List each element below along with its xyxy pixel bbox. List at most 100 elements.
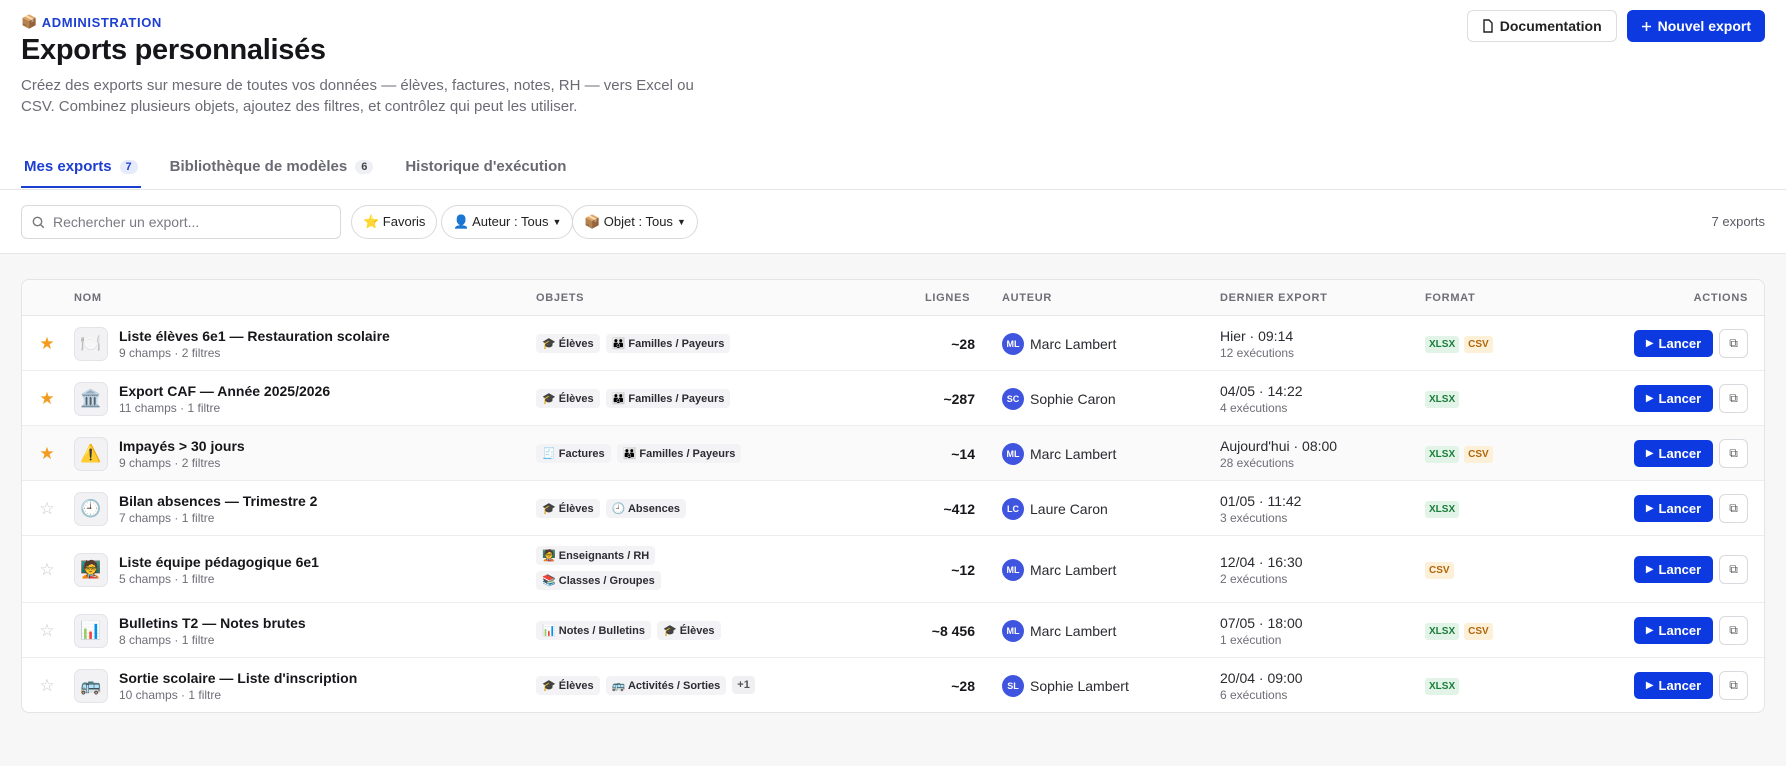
- table-row: ★ ⚠️ Impayés > 30 jours 9 champs · 2 filtre…: [22, 426, 1764, 481]
- avatar: ML: [1002, 442, 1024, 465]
- duplicate-button[interactable]: ⧉: [1719, 383, 1748, 413]
- duplicate-button[interactable]: ⧉: [1719, 554, 1748, 584]
- export-name[interactable]: Export CAF — Année 2025/2026: [119, 383, 330, 399]
- object-tag: 👪 Familles / Payeurs: [616, 443, 742, 463]
- export-name[interactable]: Liste élèves 6e1 — Restauration scolaire: [119, 328, 390, 344]
- format-badge: XLSX: [1425, 677, 1460, 695]
- run-button[interactable]: ▶ Lancer: [1634, 555, 1713, 583]
- play-icon: ▶: [1645, 392, 1654, 404]
- export-name[interactable]: Bulletins T2 — Notes brutes: [119, 615, 306, 631]
- copy-icon: ⧉: [1729, 335, 1738, 350]
- export-count: 7 exports: [1711, 214, 1765, 229]
- author-name: Sophie Caron: [1030, 390, 1116, 407]
- table-row: ☆ 📊 Bulletins T2 — Notes brutes 8 champs · …: [22, 603, 1764, 658]
- star-icon[interactable]: ☆: [38, 621, 56, 640]
- format-badge: CSV: [1464, 335, 1493, 353]
- table-row: ☆ 🧑‍🏫 Liste équipe pédagogique 6e1 5 champs…: [22, 536, 1764, 603]
- row-count: ~28: [951, 677, 975, 694]
- avatar: ML: [1002, 558, 1024, 581]
- object-tag: 🕘 Absences: [605, 498, 686, 518]
- last-export-time: 04/05 · 14:22: [1220, 382, 1303, 399]
- execution-count: 2 exécutions: [1220, 571, 1288, 586]
- duplicate-button[interactable]: ⧉: [1719, 328, 1748, 358]
- export-name[interactable]: Impayés > 30 jours: [119, 438, 245, 454]
- objects-list: 🎓 Élèves 🚌 Activités / Sorties +1: [536, 675, 755, 695]
- last-export-time: 12/04 · 16:30: [1220, 553, 1303, 570]
- copy-icon: ⧉: [1729, 445, 1738, 460]
- chevron-down-icon: ▼: [552, 217, 562, 227]
- avatar: ML: [1002, 619, 1024, 642]
- star-icon[interactable]: ☆: [38, 499, 56, 518]
- export-details: 9 champs · 2 filtres: [119, 345, 221, 360]
- duplicate-button[interactable]: ⧉: [1719, 438, 1748, 468]
- avatar: SL: [1002, 674, 1024, 697]
- search-icon: [32, 216, 45, 228]
- export-name[interactable]: Sortie scolaire — Liste d'inscription: [119, 670, 357, 686]
- star-icon[interactable]: ★: [38, 444, 56, 463]
- col-actions: ACTIONS: [1693, 292, 1748, 304]
- format-badge: XLSX: [1425, 622, 1460, 640]
- star-icon[interactable]: ☆: [38, 560, 56, 579]
- table-row: ★ 🍽️ Liste élèves 6e1 — Restauration scola…: [22, 316, 1764, 371]
- star-icon[interactable]: ★: [38, 334, 56, 353]
- last-export-time: Hier · 09:14: [1220, 327, 1294, 344]
- col-objects: OBJETS: [536, 292, 585, 304]
- export-icon: 🍽️: [74, 326, 108, 361]
- row-count: ~14: [951, 445, 975, 462]
- copy-icon: ⧉: [1729, 500, 1738, 515]
- toolbar: ⭐ Favoris 👤 Auteur : Tous ▼ 📦 Objet : To…: [0, 190, 1786, 254]
- tab-bibliotheque[interactable]: Bibliothèque de modèles 6: [167, 148, 377, 187]
- search-box: [21, 205, 341, 239]
- col-last-export: DERNIER EXPORT: [1220, 292, 1328, 304]
- object-tag: 📚 Classes / Groupes: [536, 571, 661, 590]
- object-tag: 🚌 Activités / Sorties: [605, 675, 727, 695]
- duplicate-button[interactable]: ⧉: [1719, 615, 1748, 645]
- favorites-filter[interactable]: ⭐ Favoris: [351, 205, 438, 239]
- tab-count: 7: [119, 159, 138, 174]
- format-badge: CSV: [1464, 622, 1493, 640]
- execution-count: 12 exécutions: [1220, 345, 1295, 360]
- run-button[interactable]: ▶ Lancer: [1634, 384, 1713, 412]
- search-input[interactable]: [53, 214, 323, 230]
- copy-icon: ⧉: [1729, 622, 1738, 637]
- export-icon: 🕘: [74, 491, 108, 526]
- export-name[interactable]: Liste équipe pédagogique 6e1: [119, 554, 319, 570]
- duplicate-button[interactable]: ⧉: [1719, 670, 1748, 700]
- star-icon[interactable]: ★: [38, 389, 56, 408]
- export-icon: 🚌: [74, 668, 108, 703]
- objects-list: 🧑‍🏫 Enseignants / RH 📚 Classes / Groupes: [536, 546, 661, 590]
- export-details: 5 champs · 1 filtre: [119, 571, 215, 586]
- tab-label: Historique d'exécution: [405, 158, 567, 175]
- more-objects-badge: +1: [732, 676, 755, 694]
- object-filter[interactable]: 📦 Objet : Tous ▼: [572, 205, 698, 239]
- table-row: ☆ 🕘 Bilan absences — Trimestre 27 champs ·…: [22, 481, 1764, 536]
- run-button[interactable]: ▶ Lancer: [1634, 616, 1713, 644]
- object-tag: 👪 Familles / Payeurs: [605, 333, 731, 353]
- object-tag: 🎓 Élèves: [536, 388, 600, 408]
- documentation-button[interactable]: Documentation: [1466, 10, 1617, 42]
- documentation-label: Documentation: [1499, 18, 1602, 34]
- run-button[interactable]: ▶ Lancer: [1634, 329, 1713, 357]
- run-label: Lancer: [1658, 677, 1702, 693]
- format-badge: CSV: [1425, 561, 1454, 579]
- author-filter[interactable]: 👤 Auteur : Tous ▼: [441, 205, 574, 239]
- run-button[interactable]: ▶ Lancer: [1634, 494, 1713, 522]
- col-format: FORMAT: [1425, 292, 1476, 304]
- star-icon[interactable]: ☆: [38, 676, 56, 695]
- object-tag: 🎓 Élèves: [536, 333, 600, 353]
- new-export-button[interactable]: Nouvel export: [1626, 10, 1765, 42]
- last-export-time: 01/05 · 11:42: [1220, 492, 1302, 509]
- tab-historique[interactable]: Historique d'exécution: [402, 148, 569, 187]
- run-button[interactable]: ▶ Lancer: [1634, 439, 1713, 467]
- avatar: ML: [1002, 332, 1024, 355]
- export-details: 10 champs · 1 filtre: [119, 687, 222, 702]
- eyebrow-label: ADMINISTRATION: [41, 14, 162, 30]
- export-name[interactable]: Bilan absences — Trimestre 2: [119, 493, 317, 509]
- tab-mes-exports[interactable]: Mes exports 7: [21, 148, 141, 188]
- export-icon: 🏛️: [74, 381, 108, 416]
- table-row: ★ 🏛️ Export CAF — Année 2025/2026 11 champs…: [22, 371, 1764, 426]
- author-filter-label: 👤 Auteur : Tous: [453, 214, 549, 229]
- duplicate-button[interactable]: ⧉: [1719, 493, 1748, 523]
- run-button[interactable]: ▶ Lancer: [1634, 671, 1713, 699]
- author-name: Marc Lambert: [1030, 445, 1117, 462]
